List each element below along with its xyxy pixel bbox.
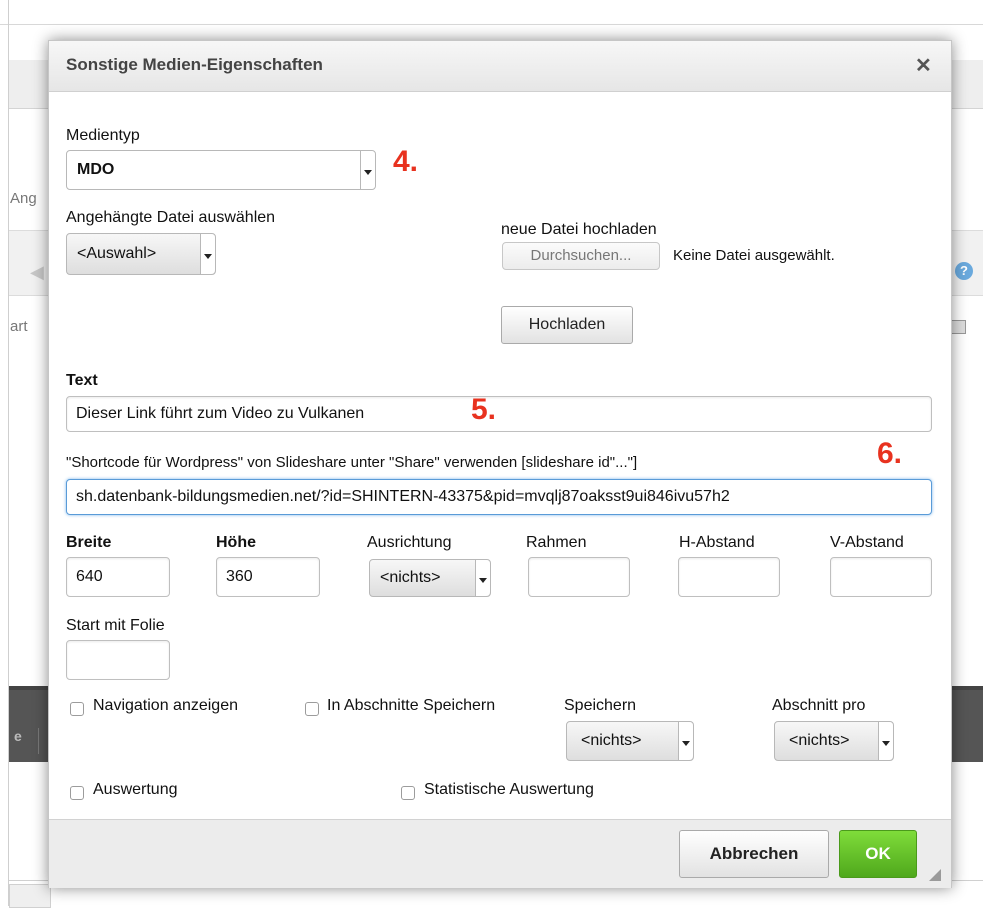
bg-left-border: [8, 0, 9, 906]
rahmen-label: Rahmen: [526, 534, 587, 551]
abschnitt-pro-select[interactable]: <nichts>: [774, 721, 894, 761]
medientyp-value: MDO: [77, 161, 115, 178]
v-abstand-label: V-Abstand: [830, 534, 904, 551]
v-abstand-input[interactable]: [830, 557, 932, 597]
h-abstand-input[interactable]: [678, 557, 780, 597]
abschnitt-pro-value: <nichts>: [789, 732, 850, 749]
text-input[interactable]: Dieser Link führt zum Video zu Vulkanen: [66, 396, 932, 432]
breite-label: Breite: [66, 534, 112, 551]
bg-dark-label: e: [14, 728, 22, 744]
speichern-select[interactable]: <nichts>: [566, 721, 694, 761]
resize-grip-icon[interactable]: [929, 869, 941, 881]
bg-image-icon: [950, 320, 966, 334]
bg-divider: [38, 728, 39, 754]
attached-file-value: <Auswahl>: [77, 245, 157, 262]
attached-file-select[interactable]: <Auswahl>: [66, 233, 216, 275]
ausrichtung-label: Ausrichtung: [367, 534, 452, 551]
abschnitt-pro-label: Abschnitt pro: [772, 697, 866, 714]
shortcode-label: "Shortcode für Wordpress" von Slideshare…: [66, 454, 638, 471]
annotation-4: 4.: [393, 145, 419, 178]
statistik-checkbox[interactable]: [401, 786, 415, 800]
speichern-value: <nichts>: [581, 732, 642, 749]
annotation-6: 6.: [877, 437, 903, 470]
bg-text-art: art: [10, 318, 28, 335]
upload-status: Keine Datei ausgewählt.: [673, 247, 835, 264]
close-icon[interactable]: ✕: [915, 53, 932, 78]
ausrichtung-value: <nichts>: [380, 569, 441, 586]
upload-label: neue Datei hochladen: [501, 221, 657, 238]
auswertung-checkbox[interactable]: [70, 786, 84, 800]
breite-input[interactable]: 640: [66, 557, 170, 597]
chevron-down-icon: [475, 560, 490, 596]
chevron-down-icon: [200, 234, 215, 274]
dialog-header: Sonstige Medien-Eigenschaften ✕: [49, 41, 951, 92]
annotation-5: 5.: [471, 393, 497, 426]
auswertung-label: Auswertung: [93, 781, 178, 798]
navigation-label: Navigation anzeigen: [93, 697, 238, 714]
ok-button[interactable]: OK: [839, 830, 917, 878]
chevron-down-icon: [360, 151, 375, 189]
browse-button[interactable]: Durchsuchen...: [502, 242, 660, 270]
dialog-title: Sonstige Medien-Eigenschaften: [66, 55, 323, 74]
speichern-label: Speichern: [564, 697, 637, 714]
attached-file-label: Angehängte Datei auswählen: [66, 209, 276, 226]
text-label: Text: [66, 372, 98, 389]
shortcode-input[interactable]: sh.datenbank-bildungsmedien.net/?id=SHIN…: [66, 479, 932, 515]
upload-button[interactable]: Hochladen: [501, 306, 633, 344]
bg-back-arrow-icon: ◀: [30, 262, 44, 282]
chevron-down-icon: [678, 722, 693, 760]
start-folie-label: Start mit Folie: [66, 617, 165, 634]
hoehe-input[interactable]: 360: [216, 557, 320, 597]
abschnitte-label: In Abschnitte Speichern: [327, 697, 496, 714]
media-properties-dialog: Sonstige Medien-Eigenschaften ✕ Medienty…: [48, 40, 952, 888]
chevron-down-icon: [878, 722, 893, 760]
cancel-button[interactable]: Abbrechen: [679, 830, 829, 878]
abschnitte-checkbox[interactable]: [305, 702, 319, 716]
medientyp-select[interactable]: MDO: [66, 150, 376, 190]
navigation-checkbox[interactable]: [70, 702, 84, 716]
rahmen-input[interactable]: [528, 557, 630, 597]
bg-help-icon: ?: [955, 262, 973, 280]
statistik-label: Statistische Auswertung: [424, 781, 594, 798]
medientyp-label: Medientyp: [66, 127, 140, 144]
bg-text-ang: Ang: [10, 190, 37, 207]
bg-left-tab: [9, 884, 51, 908]
bg-top-band: [0, 0, 983, 25]
h-abstand-label: H-Abstand: [679, 534, 755, 551]
start-folie-input[interactable]: [66, 640, 170, 680]
ausrichtung-select[interactable]: <nichts>: [369, 559, 491, 597]
hoehe-label: Höhe: [216, 534, 256, 551]
